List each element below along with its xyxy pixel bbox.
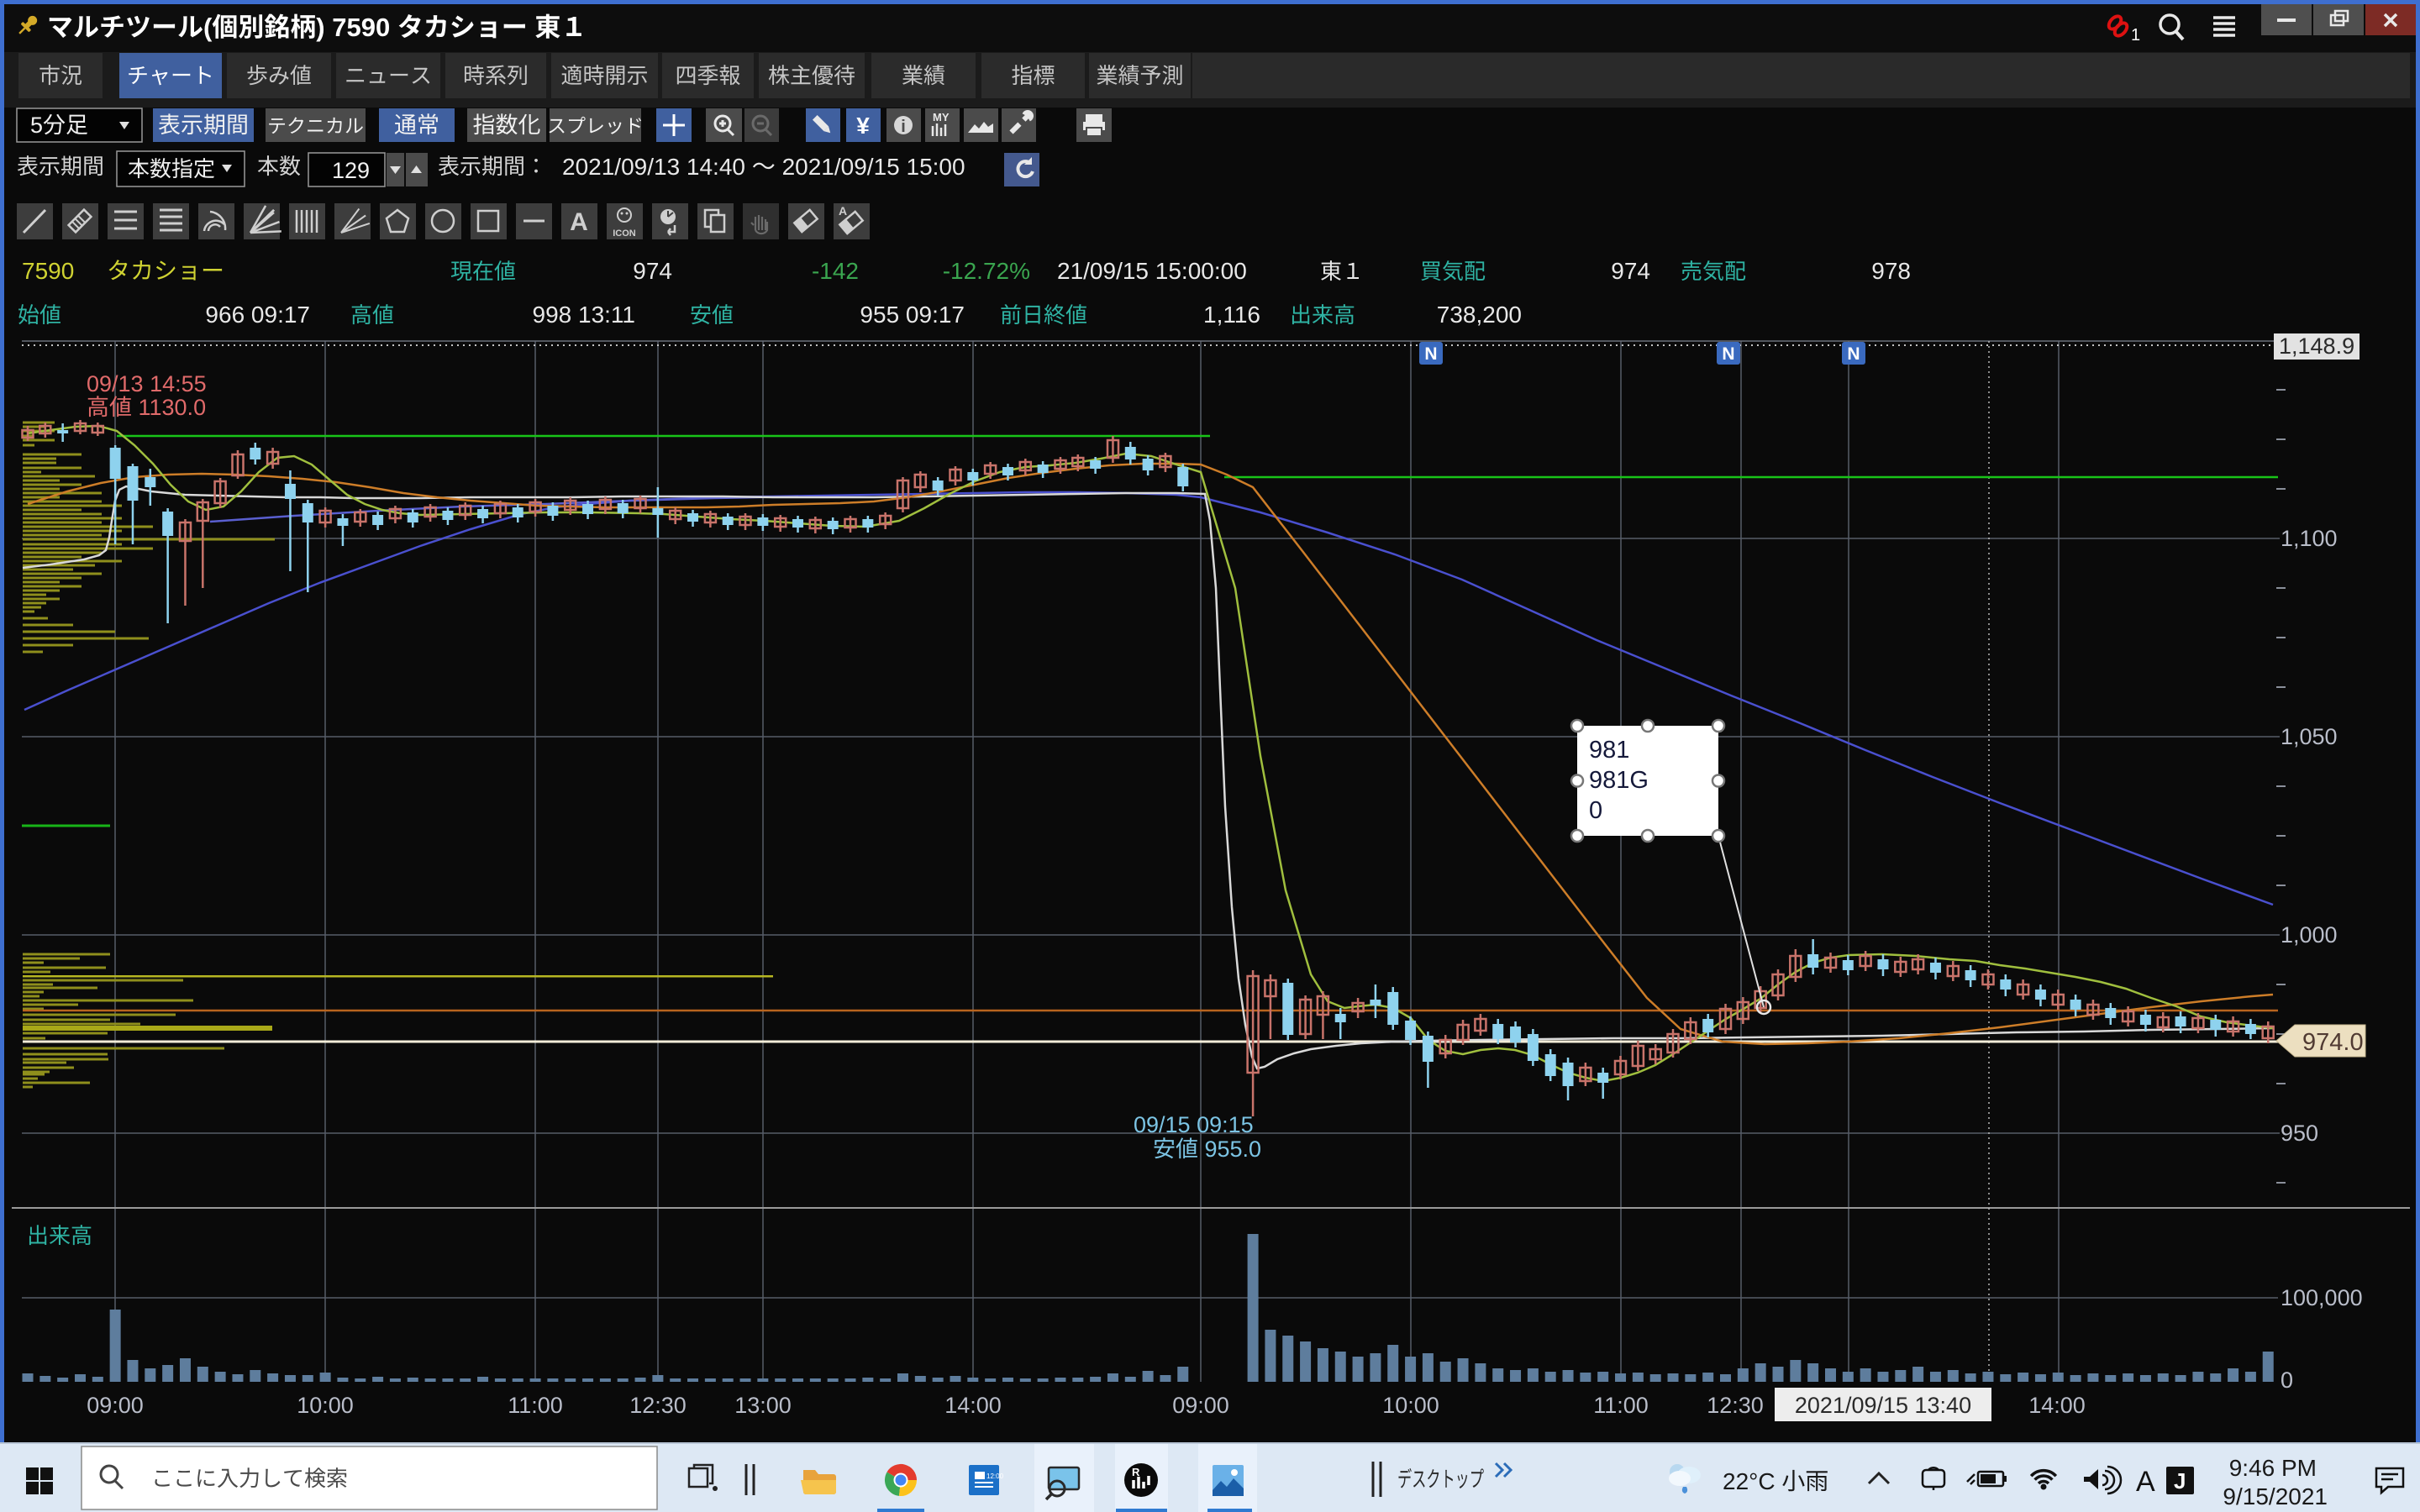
svg-text:955 09:17: 955 09:17 [860, 302, 965, 328]
svg-text:22°C: 22°C [1723, 1468, 1781, 1494]
svg-text:1,000: 1,000 [2281, 922, 2338, 948]
svg-text:974.0: 974.0 [2302, 1029, 2364, 1056]
svg-text:¥: ¥ [856, 113, 870, 139]
svg-text:1,050: 1,050 [2281, 724, 2338, 749]
svg-text:09:00: 09:00 [1172, 1393, 1229, 1418]
svg-text:N: N [1722, 344, 1734, 364]
svg-text:978: 978 [1871, 258, 1911, 284]
svg-text:1,116: 1,116 [1203, 302, 1260, 328]
svg-text:N: N [1847, 344, 1860, 364]
svg-text:ICON: ICON [613, 228, 636, 239]
svg-text:998 13:11: 998 13:11 [533, 302, 636, 328]
svg-text:A: A [839, 204, 847, 218]
svg-text:A: A [2136, 1466, 2155, 1498]
svg-text:-12.72%: -12.72% [943, 258, 1030, 284]
svg-text:2021/09/15 15:00: 2021/09/15 15:00 [776, 154, 965, 180]
svg-text:1: 1 [2131, 26, 2140, 45]
svg-text:0: 0 [1589, 797, 1602, 824]
svg-text:1,148.9: 1,148.9 [2279, 333, 2354, 359]
svg-text:12:00: 12:00 [986, 1473, 1004, 1480]
svg-text:) 7590: ) 7590 [316, 13, 397, 42]
svg-text:MY: MY [933, 111, 950, 123]
svg-text:9/15/2021: 9/15/2021 [2223, 1483, 2328, 1509]
svg-text:966 09:17: 966 09:17 [205, 302, 310, 328]
svg-text:09:00: 09:00 [87, 1393, 144, 1418]
svg-text:(: ( [203, 13, 213, 42]
svg-text:A: A [570, 208, 588, 236]
svg-text:12:30: 12:30 [1707, 1393, 1764, 1418]
svg-text:974: 974 [633, 258, 672, 284]
svg-text:0: 0 [2281, 1368, 2293, 1393]
svg-text:974: 974 [1611, 258, 1650, 284]
svg-text:09/13 14:55: 09/13 14:55 [87, 371, 207, 396]
svg-text:2021/09/13 14:40: 2021/09/13 14:40 [562, 154, 752, 180]
svg-text:950: 950 [2281, 1121, 2318, 1146]
svg-text:10:00: 10:00 [1382, 1393, 1439, 1418]
svg-text:129: 129 [332, 158, 370, 183]
svg-text:2021/09/15 13:40: 2021/09/15 13:40 [1795, 1393, 1971, 1418]
svg-text:N: N [1424, 344, 1437, 364]
svg-text:-142: -142 [812, 258, 859, 284]
svg-text:10:00: 10:00 [297, 1393, 354, 1418]
svg-text:5: 5 [30, 113, 43, 138]
svg-text:09/15 09:15: 09/15 09:15 [1134, 1112, 1254, 1137]
svg-text:100,000: 100,000 [2281, 1285, 2363, 1310]
svg-text:R: R [1132, 1466, 1140, 1478]
svg-text:9:46 PM: 9:46 PM [2229, 1455, 2317, 1481]
svg-text:11:00: 11:00 [1593, 1393, 1649, 1418]
svg-text:738,200: 738,200 [1437, 302, 1522, 328]
svg-text:14:00: 14:00 [944, 1393, 1002, 1418]
svg-text:i: i [901, 118, 906, 136]
svg-text:13:00: 13:00 [734, 1393, 792, 1418]
svg-text:7590: 7590 [22, 258, 74, 284]
svg-text:21/09/15 15:00:00: 21/09/15 15:00:00 [1057, 258, 1247, 284]
svg-text:12:30: 12:30 [629, 1393, 687, 1418]
svg-text:955.0: 955.0 [1198, 1137, 1261, 1162]
svg-text:981G: 981G [1589, 767, 1649, 794]
svg-text:14:00: 14:00 [2028, 1393, 2086, 1418]
svg-text:J: J [2174, 1468, 2186, 1494]
svg-text:1,100: 1,100 [2281, 526, 2338, 551]
svg-text:11:00: 11:00 [508, 1393, 563, 1418]
svg-text:981: 981 [1589, 737, 1629, 764]
svg-text:1130.0: 1130.0 [132, 395, 206, 420]
